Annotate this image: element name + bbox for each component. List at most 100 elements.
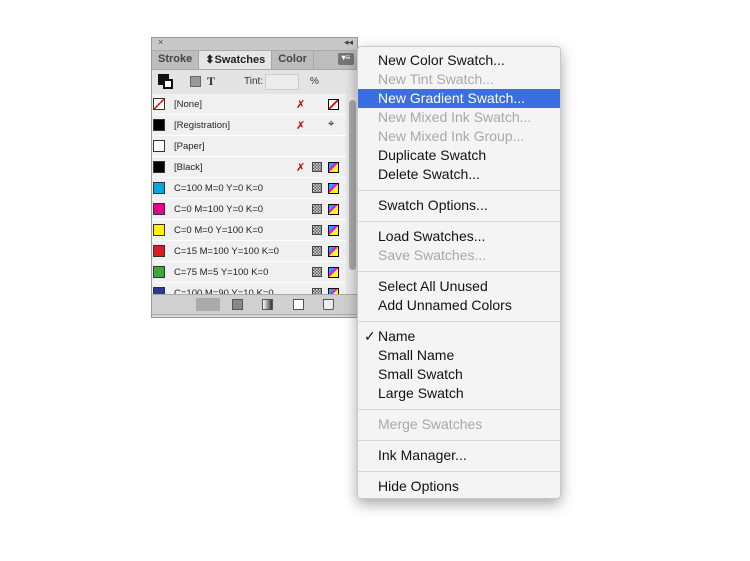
stroke-icon[interactable] [163,79,173,89]
menu-item[interactable]: Small Swatch [358,365,560,384]
panel-menu-button[interactable]: ▾≡ [338,53,354,65]
panel-tabs: Stroke ⬍Swatches Color ▾≡ [152,51,357,70]
swatch-color-chip [153,140,165,152]
process-color-icon [312,183,322,193]
registration-icon: ⌖ [328,118,335,130]
swatch-row[interactable]: [Black] ✗ [152,157,346,178]
panel-titlebar[interactable]: × ◂◂ [152,37,357,51]
menu-item[interactable]: ✓ Name [358,327,560,346]
swatch-name: [Paper] [174,141,205,152]
menu-item-label: Hide Options [378,478,459,494]
panel-toolbar [152,294,357,315]
swatch-color-chip [153,203,165,215]
formatting-text-icon[interactable]: T [207,74,215,89]
menu-item[interactable]: New Gradient Swatch... [358,89,560,108]
menu-separator [358,321,560,322]
process-color-icon [312,162,322,172]
cmyk-mode-icon [328,225,339,236]
tab-color[interactable]: Color [272,51,314,69]
menu-item[interactable]: Delete Swatch... [358,165,560,184]
trash-icon[interactable] [323,299,334,310]
show-gradient-swatches-icon[interactable] [262,299,273,310]
swatch-name: [Black] [174,162,203,173]
menu-item[interactable]: Add Unnamed Colors [358,296,560,315]
process-color-icon [312,246,322,256]
menu-item[interactable]: Hide Options [358,477,560,496]
no-edit-icon: ✗ [296,162,306,174]
process-color-icon [312,225,322,235]
menu-item: New Tint Swatch... [358,70,560,89]
swatch-name: C=0 M=0 Y=100 K=0 [174,225,264,236]
formatting-container-icon[interactable] [190,76,201,87]
menu-item-label: Name [378,328,416,344]
collapse-icon[interactable]: ◂◂ [344,37,353,48]
show-color-swatches-icon[interactable] [232,299,243,310]
menu-item-label: New Tint Swatch... [378,71,494,87]
cmyk-mode-icon [328,162,339,173]
menu-item-label: Delete Swatch... [378,166,480,182]
resize-grip[interactable] [152,314,357,319]
menu-item-label: New Mixed Ink Swatch... [378,109,532,125]
swatch-row[interactable]: C=15 M=100 Y=100 K=0 [152,241,346,262]
swatch-row[interactable]: [None] ✗ [152,94,346,115]
swatch-name: [Registration] [174,120,230,131]
menu-item[interactable]: New Color Swatch... [358,51,560,70]
swatch-color-chip [153,98,165,110]
swatch-color-chip [153,182,165,194]
show-all-swatches-icon[interactable] [196,298,220,311]
menu-item: Save Swatches... [358,246,560,265]
process-color-icon [312,204,322,214]
menu-separator [358,190,560,191]
tint-input[interactable] [265,74,299,90]
menu-item-label: Load Swatches... [378,228,486,244]
menu-separator [358,440,560,441]
swatch-name: [None] [174,99,202,110]
close-icon[interactable]: × [158,37,163,47]
menu-item-label: Large Swatch [378,385,464,401]
menu-item-label: New Mixed Ink Group... [378,128,525,144]
cmyk-mode-icon [328,246,339,257]
process-color-icon [312,267,322,277]
no-edit-icon: ✗ [296,120,306,132]
swatch-color-chip [153,245,165,257]
menu-item[interactable]: Select All Unused [358,277,560,296]
new-swatch-icon[interactable] [293,299,304,310]
menu-item-label: Save Swatches... [378,247,487,263]
checkmark-icon: ✓ [364,328,376,344]
swatch-controls: T Tint: % [152,70,357,95]
menu-item: New Mixed Ink Group... [358,127,560,146]
swatch-row[interactable]: [Paper] [152,136,346,157]
tab-stroke[interactable]: Stroke [152,51,200,69]
swatch-row[interactable]: [Registration] ✗ ⌖ [152,115,346,136]
swatch-row[interactable]: C=0 M=100 Y=0 K=0 [152,199,346,220]
swatch-color-chip [153,266,165,278]
menu-item[interactable]: Small Name [358,346,560,365]
tab-swatches[interactable]: ⬍Swatches [199,51,273,69]
menu-item-label: Swatch Options... [378,197,488,213]
menu-item[interactable]: Swatch Options... [358,196,560,215]
menu-item-label: Duplicate Swatch [378,147,487,163]
swatch-name: C=100 M=0 Y=0 K=0 [174,183,264,194]
swatch-row[interactable]: C=75 M=5 Y=100 K=0 [152,262,346,283]
menu-item-label: Small Name [378,347,455,363]
menu-separator [358,471,560,472]
menu-icon: ▾≡ [341,53,351,62]
menu-item-label: New Color Swatch... [378,52,505,68]
menu-item-label: Small Swatch [378,366,463,382]
menu-item-label: Add Unnamed Colors [378,297,512,313]
menu-item[interactable]: Ink Manager... [358,446,560,465]
menu-item[interactable]: Large Swatch [358,384,560,403]
menu-item: Merge Swatches [358,415,560,434]
swatch-color-chip [153,161,165,173]
swatch-row[interactable]: C=100 M=0 Y=0 K=0 [152,178,346,199]
scrollbar-thumb[interactable] [349,100,356,270]
swatch-name: C=15 M=100 Y=100 K=0 [174,246,279,257]
menu-item[interactable]: Load Swatches... [358,227,560,246]
percent-label: % [310,76,319,87]
tint-label: Tint: [244,76,264,87]
swatch-row[interactable]: C=0 M=0 Y=100 K=0 [152,220,346,241]
swatch-list: [None] ✗ [Registration] ✗ ⌖ [Paper] [Black] ✗ C=… [152,94,346,304]
cmyk-mode-icon [328,204,339,215]
swatch-color-chip [153,224,165,236]
menu-item[interactable]: Duplicate Swatch [358,146,560,165]
